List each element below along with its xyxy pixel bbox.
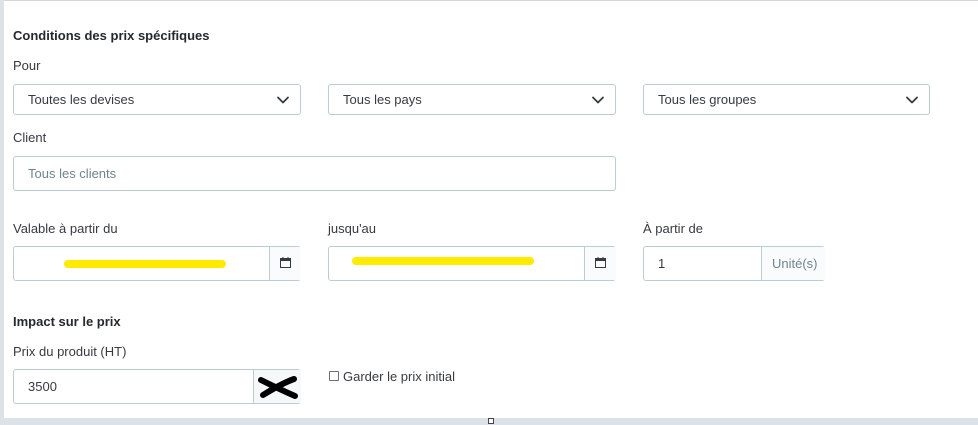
from-date-label: Valable à partir du [13,221,118,236]
group-select-value: Tous les groupes [658,92,757,107]
from-date-input[interactable] [13,246,301,281]
to-date-input[interactable] [328,246,616,281]
starting-at-value: 1 [658,256,666,271]
keep-initial-price-checkbox[interactable] [329,371,339,381]
currency-addon [253,370,301,403]
chevron-down-icon [906,96,918,104]
specific-price-panel: Conditions des prix spécifiques Pour Tou… [4,0,978,418]
country-select[interactable]: Tous les pays [328,84,616,115]
price-input[interactable]: 3500 [13,369,301,404]
resize-handle[interactable] [488,418,494,424]
redaction-highlight [352,257,534,265]
calendar-icon [595,257,606,268]
client-input[interactable]: Tous les clients [13,156,616,191]
starting-at-label: À partir de [643,221,703,236]
to-date-calendar-button[interactable] [584,247,616,280]
price-value: 3500 [28,379,57,394]
pour-label: Pour [13,58,41,73]
chevron-down-icon [592,96,604,104]
price-label: Prix du produit (HT) [13,344,127,359]
client-input-placeholder: Tous les clients [28,166,117,181]
currency-select-value: Toutes les devises [28,92,135,107]
chevron-down-icon [277,96,289,104]
starting-at-input[interactable]: 1 Unité(s) [643,246,825,281]
calendar-icon [280,257,291,268]
keep-initial-price-label[interactable]: Garder le prix initial [343,369,455,384]
scribble-redaction [258,376,298,399]
redaction-highlight [64,260,226,268]
conditions-title: Conditions des prix spécifiques [13,28,210,43]
from-date-calendar-button[interactable] [269,247,301,280]
to-date-label: jusqu'au [328,221,377,236]
impact-title: Impact sur le prix [13,314,121,329]
country-select-value: Tous les pays [343,92,422,107]
unit-suffix: Unité(s) [761,247,825,280]
client-label: Client [13,130,47,145]
group-select[interactable]: Tous les groupes [643,84,930,115]
unit-suffix-label: Unité(s) [772,256,818,271]
currency-select[interactable]: Toutes les devises [13,84,301,115]
